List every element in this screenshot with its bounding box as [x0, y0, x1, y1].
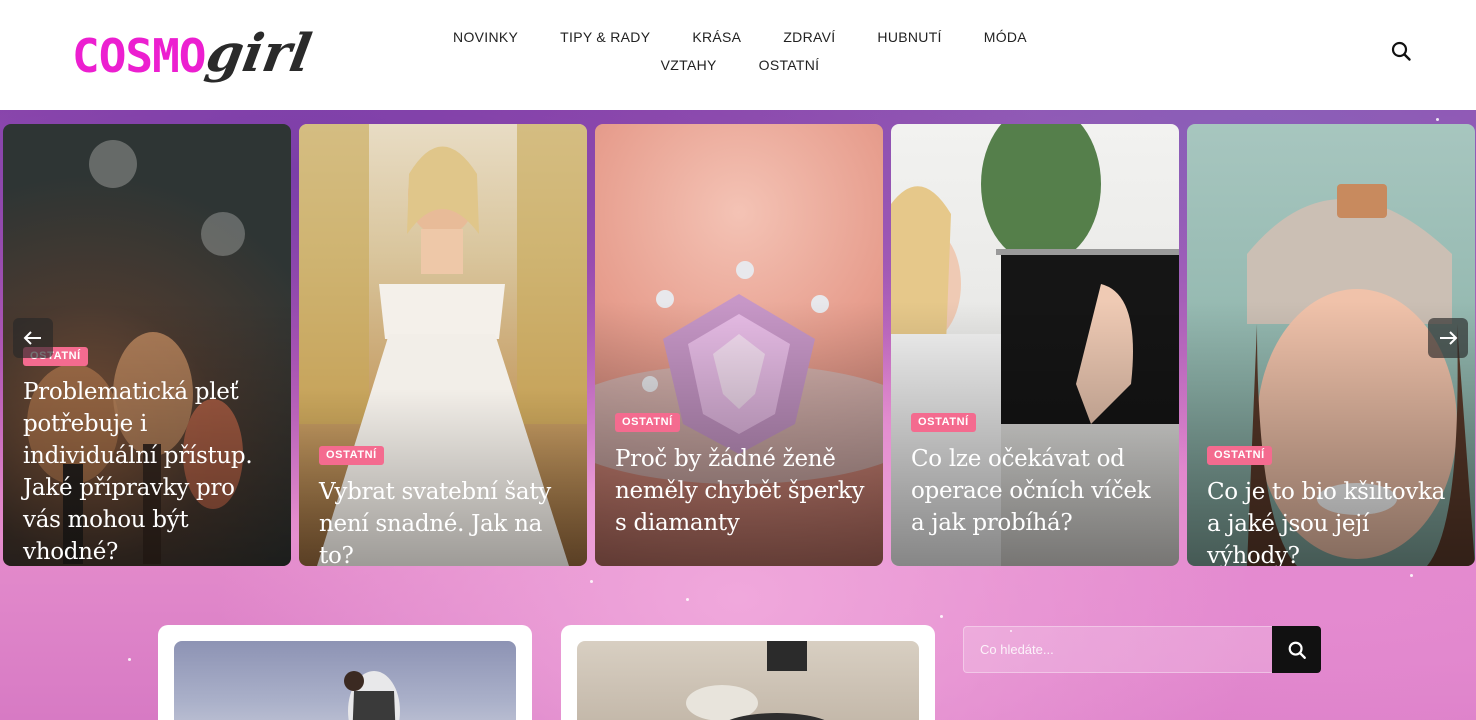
search-icon[interactable]: [1390, 40, 1412, 62]
nav-item-zdravi[interactable]: ZDRAVÍ: [762, 28, 856, 46]
search-input[interactable]: [963, 626, 1273, 673]
search-submit-button[interactable]: [1272, 626, 1321, 673]
main-nav: NOVINKY TIPY & RADY KRÁSA ZDRAVÍ HUBNUTÍ…: [388, 28, 1092, 74]
nav-item-ostatni[interactable]: OSTATNÍ: [738, 56, 841, 74]
card-title[interactable]: Proč by žádné ženě neměly chybět šperky …: [615, 443, 869, 539]
arrow-left-icon[interactable]: [13, 318, 53, 358]
logo-cosmo-text: COSMO: [72, 29, 206, 83]
post-card-1[interactable]: [158, 625, 532, 720]
post-image[interactable]: [577, 641, 919, 720]
card-title[interactable]: Vybrat svatební šaty není snadné. Jak na…: [319, 476, 573, 566]
carousel-card-3[interactable]: OSTATNÍ Proč by žádné ženě neměly chybět…: [595, 124, 883, 566]
nav-item-tipy-rady[interactable]: TIPY & RADY: [539, 28, 671, 46]
arrow-right-icon[interactable]: [1428, 318, 1468, 358]
post-card-2[interactable]: [561, 625, 935, 720]
nav-item-hubnuti[interactable]: HUBNUTÍ: [856, 28, 962, 46]
nav-item-novinky[interactable]: NOVINKY: [432, 28, 539, 46]
card-title[interactable]: Problematická pleť potřebuje i individuá…: [23, 376, 277, 566]
logo-girl-text: girl: [202, 23, 317, 84]
category-badge[interactable]: OSTATNÍ: [911, 413, 976, 432]
card-title[interactable]: Co lze očekávat od operace očních víček …: [911, 443, 1165, 539]
post-image[interactable]: [174, 641, 516, 720]
sidebar-search: [963, 626, 1321, 673]
site-header: COSMO girl NOVINKY TIPY & RADY KRÁSA ZDR…: [0, 0, 1476, 110]
carousel-card-2[interactable]: OSTATNÍ Vybrat svatební šaty není snadné…: [299, 124, 587, 566]
nav-item-vztahy[interactable]: VZTAHY: [640, 56, 738, 74]
site-logo[interactable]: COSMO girl: [72, 14, 316, 86]
nav-item-moda[interactable]: MÓDA: [963, 28, 1048, 46]
nav-item-krasa[interactable]: KRÁSA: [671, 28, 762, 46]
carousel-card-4[interactable]: OSTATNÍ Co lze očekávat od operace očníc…: [891, 124, 1179, 566]
search-icon: [1288, 641, 1306, 659]
card-title[interactable]: Co je to bio kšiltovka a jaké jsou její …: [1207, 476, 1461, 566]
category-badge[interactable]: OSTATNÍ: [319, 446, 384, 465]
category-badge[interactable]: OSTATNÍ: [615, 413, 680, 432]
category-badge[interactable]: OSTATNÍ: [1207, 446, 1272, 465]
